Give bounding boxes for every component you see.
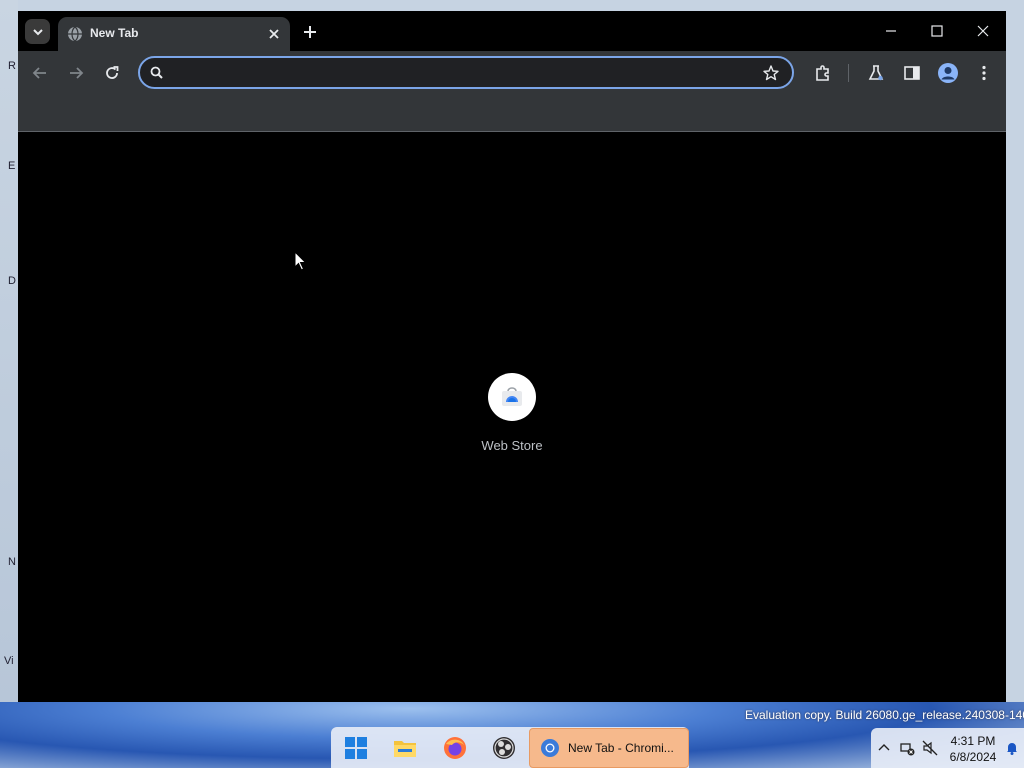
volume-muted-icon[interactable] — [922, 740, 938, 756]
toolbar — [18, 51, 1006, 96]
network-disconnected-icon[interactable] — [899, 740, 915, 756]
taskbar-item-label: New Tab - Chromi... — [568, 741, 674, 755]
address-input[interactable] — [174, 62, 758, 86]
desktop-icons-strip: R E D N Vi — [0, 0, 18, 702]
clock[interactable]: 4:31 PM 6/8/2024 — [949, 733, 997, 765]
taskbar: New Tab - Chromi... — [331, 727, 689, 768]
taskbar-item-chromium[interactable]: New Tab - Chromi... — [529, 728, 689, 768]
web-store-icon — [502, 387, 522, 406]
tab-search-button[interactable] — [25, 19, 50, 44]
shortcut-web-store[interactable]: Web Store — [472, 373, 552, 453]
tab-new-tab[interactable]: New Tab — [58, 17, 290, 51]
tab-title: New Tab — [90, 26, 139, 40]
reload-icon[interactable] — [102, 63, 122, 83]
toolbar-separator — [848, 64, 849, 82]
mouse-pointer-icon — [294, 251, 307, 271]
new-tab-page: Web Store — [18, 132, 1006, 702]
chevron-down-icon — [32, 28, 43, 35]
search-icon — [150, 66, 163, 79]
close-window-icon[interactable] — [973, 21, 993, 41]
globe-icon — [68, 26, 82, 42]
bookmarks-bar — [18, 96, 1006, 132]
chevron-up-icon[interactable] — [876, 740, 892, 756]
system-tray: 4:31 PM 6/8/2024 — [871, 728, 1024, 768]
puzzle-icon[interactable] — [813, 63, 833, 83]
firefox-icon[interactable] — [442, 735, 468, 761]
notification-bell-icon[interactable] — [1004, 740, 1020, 756]
obs-studio-icon[interactable] — [491, 735, 517, 761]
desktop-icon-label[interactable]: D — [8, 275, 16, 287]
desktop-icon-label[interactable]: E — [8, 160, 15, 172]
desktop-background-top — [18, 0, 1006, 11]
address-bar[interactable] — [138, 56, 794, 89]
avatar-icon[interactable] — [937, 62, 959, 84]
evaluation-watermark: Evaluation copy. Build 26080.ge_release.… — [745, 708, 1024, 722]
desktop-background-right — [1006, 0, 1024, 702]
new-tab-icon[interactable] — [301, 23, 319, 41]
desktop-icon-label[interactable]: Vi — [4, 655, 14, 667]
maximize-icon[interactable] — [927, 21, 947, 41]
windows-start-icon[interactable] — [343, 735, 369, 761]
file-explorer-icon[interactable] — [392, 735, 418, 761]
title-bar: New Tab — [18, 11, 1006, 51]
clock-time: 4:31 PM — [950, 734, 996, 748]
desktop-icon-label[interactable]: R — [8, 60, 16, 72]
browser-window: New Tab Web Store — [18, 11, 1006, 702]
close-tab-icon[interactable] — [266, 26, 282, 42]
back-icon[interactable] — [30, 63, 50, 83]
shortcut-label: Web Store — [481, 438, 543, 453]
kebab-menu-icon[interactable] — [974, 63, 994, 83]
desktop-icon-label[interactable]: N — [8, 556, 16, 568]
clock-date: 6/8/2024 — [949, 750, 997, 764]
watermark-text: Evaluation copy. Build 26080.ge_release.… — [745, 708, 1024, 722]
chromium-icon — [541, 739, 559, 757]
flask-icon[interactable] — [866, 63, 886, 83]
side-panel-icon[interactable] — [902, 63, 922, 83]
forward-icon[interactable] — [66, 63, 86, 83]
star-icon[interactable] — [762, 64, 780, 82]
minimize-icon[interactable] — [881, 21, 901, 41]
shortcut-tile[interactable] — [488, 373, 536, 421]
